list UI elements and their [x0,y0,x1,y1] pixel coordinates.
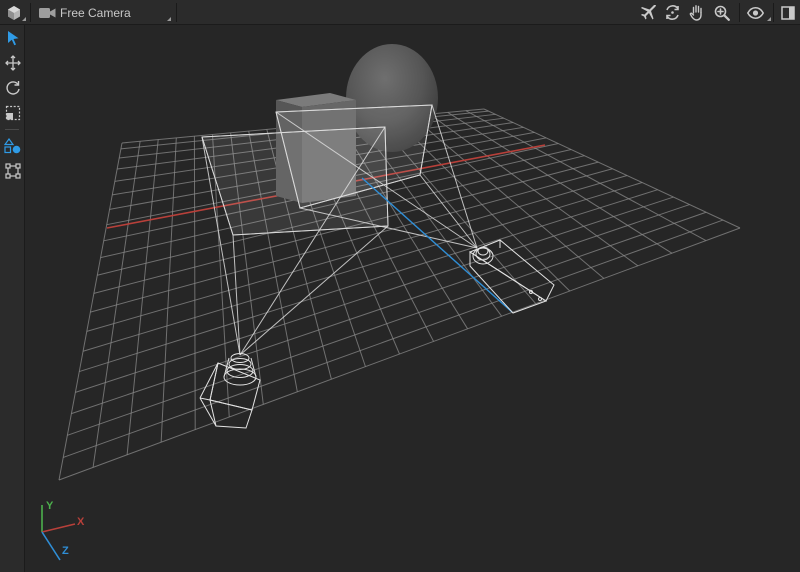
axis-x-label: X [77,516,85,528]
select-arrow-icon[interactable] [1,27,24,49]
zoom-icon[interactable] [712,3,732,22]
dropdown-corner-icon [767,17,771,21]
camera-mode-dropdown[interactable]: Free Camera [38,0,174,25]
fly-icon[interactable] [638,3,658,22]
tool-sidebar [0,25,25,572]
camera-mode-label: Free Camera [60,5,131,20]
cube-icon[interactable] [4,3,24,22]
3d-viewport[interactable]: Y X Z [25,25,800,572]
orbit-icon[interactable] [662,3,682,22]
move-icon[interactable] [1,52,24,74]
video-camera-icon [38,6,56,20]
dropdown-corner-icon [167,17,171,21]
dropdown-corner-icon [22,17,26,21]
pan-hand-icon[interactable] [687,3,707,22]
panel-toggle-icon[interactable] [778,3,798,22]
rotate-icon[interactable] [1,77,24,99]
visibility-eye-icon[interactable] [744,3,766,22]
bounding-box-icon[interactable] [1,160,24,182]
shapes-icon[interactable] [1,135,24,157]
axis-gizmo: Y X Z [41,500,85,561]
axis-z-label: Z [62,545,69,557]
viewport-header: Free Camera [0,0,800,25]
scale-icon[interactable] [1,102,24,124]
axis-y-label: Y [46,500,54,512]
